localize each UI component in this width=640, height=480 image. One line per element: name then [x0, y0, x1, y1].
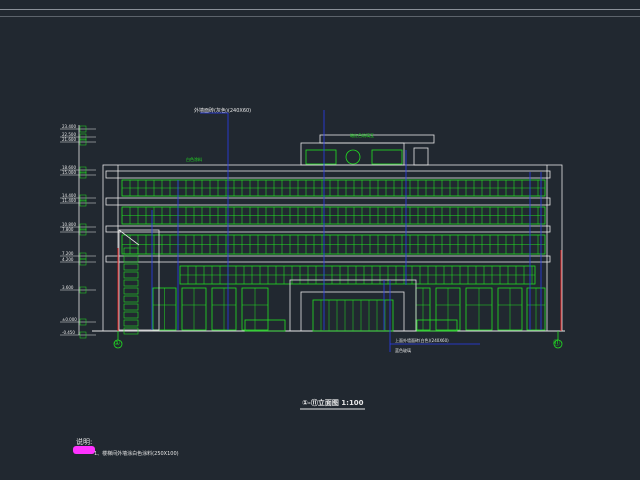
band-label: 白色涂料 — [186, 157, 202, 162]
floor-band-4 — [105, 255, 551, 263]
bottom-note-2: 蓝色玻璃 — [395, 348, 411, 353]
elevation-label: 15.000 — [62, 170, 76, 175]
floor-band-3 — [105, 225, 551, 233]
notes-highlight — [73, 446, 95, 454]
roof-tower — [300, 142, 405, 166]
stair-roof — [413, 147, 429, 166]
elevation-label: -0.450 — [62, 330, 75, 335]
elevation-label: 21.600 — [62, 137, 76, 142]
elevation-label: 7.200 — [62, 251, 74, 256]
building-outline — [102, 164, 563, 332]
drawing-title: ①-⑪立面图 1:100 — [302, 399, 364, 407]
tower-emblem — [345, 149, 361, 165]
elevation-label: 23.400 — [62, 124, 76, 129]
tower-window-right — [371, 149, 403, 165]
roof-cap — [319, 134, 435, 144]
axis-right-label: ⑪ — [553, 339, 560, 347]
floor-band-2 — [105, 197, 551, 206]
leader-lines — [151, 110, 542, 352]
roof-label: 暗红色琉璃瓦 — [350, 133, 374, 138]
entrance-steps-left — [244, 319, 286, 332]
top-note-label: 外墙面砖(灰色)(240X60) — [194, 108, 252, 114]
axis-left-label: ① — [114, 339, 121, 347]
bottom-note-1: 上面外墙面砖(白色)(240X60) — [395, 338, 449, 343]
elevation-label: 3.600 — [62, 285, 74, 290]
cad-drawing-canvas[interactable]: 23.40022.50021.60018.60015.00014.40011.4… — [0, 0, 640, 480]
notes-item-1: 1、楼梯间外墙涂白色涂料(250X100) — [94, 451, 179, 457]
entrance-inner — [300, 291, 405, 332]
elevation-label: 11.400 — [62, 198, 76, 203]
tower-window-left — [305, 149, 337, 165]
floor-band-1 — [105, 170, 551, 179]
elevation-markers: 23.40022.50021.60018.60015.00014.40011.4… — [60, 124, 96, 339]
notes-heading: 说明: — [76, 438, 93, 446]
elevation-label: 7.800 — [62, 227, 74, 232]
elevation-label: 4.200 — [62, 257, 74, 262]
elevation-label: ±0.000 — [62, 317, 77, 322]
